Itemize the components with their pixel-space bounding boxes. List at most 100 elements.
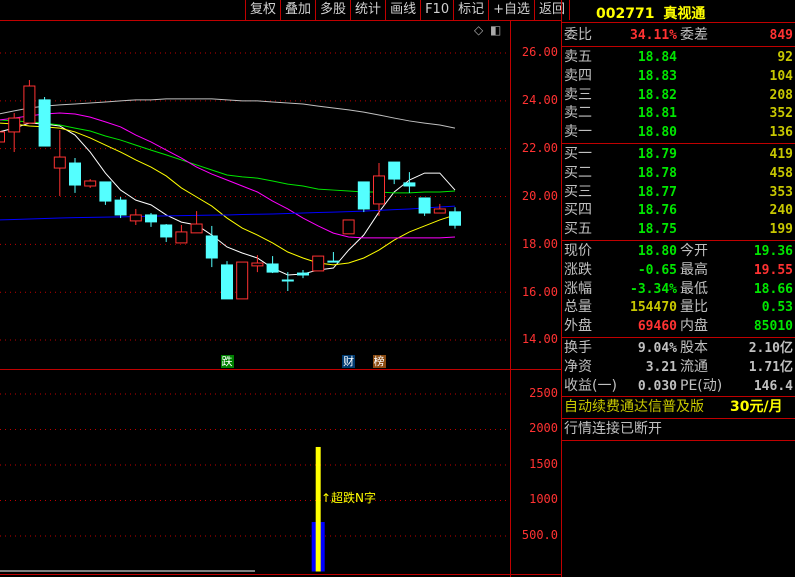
fundamental-value: 3.21 bbox=[645, 359, 677, 375]
fundamental-value: 9.04% bbox=[637, 341, 677, 356]
divider bbox=[561, 396, 795, 397]
bid-volume: 419 bbox=[769, 147, 793, 162]
candle-up bbox=[23, 85, 36, 124]
ask-label: 卖四 bbox=[564, 67, 592, 84]
candle-down bbox=[69, 162, 81, 186]
candle-down bbox=[38, 99, 51, 147]
event-marker-fall[interactable]: 跌 bbox=[220, 355, 234, 368]
fundamental-label: PE(动) bbox=[680, 377, 723, 394]
divider bbox=[0, 369, 561, 370]
ask-row: 卖二 18.81 352 bbox=[561, 104, 795, 123]
candle-down bbox=[388, 161, 401, 180]
bid-volume: 199 bbox=[769, 222, 793, 237]
price-tick: 14.00 bbox=[521, 332, 558, 346]
candle-up bbox=[0, 131, 5, 143]
divider bbox=[561, 46, 795, 47]
panel-toggle-icon[interactable]: ◧ bbox=[490, 23, 501, 37]
weibi-label: 委比 bbox=[564, 27, 592, 43]
fuquan-button[interactable]: 复权 bbox=[246, 0, 282, 20]
fundamental-row: 收益(一) 0.030 PE(动) 146.4 bbox=[561, 377, 795, 396]
stat-value: -3.34% bbox=[630, 281, 677, 297]
multi-stock-button[interactable]: 多股 bbox=[316, 0, 352, 20]
divider bbox=[561, 240, 795, 241]
fundamental-label: 流通 bbox=[680, 358, 708, 375]
indicator-tick: 500.0 bbox=[521, 528, 558, 542]
price-tick: 18.00 bbox=[521, 237, 558, 251]
price-tick: 26.00 bbox=[521, 45, 558, 59]
candle-up bbox=[312, 255, 325, 272]
diamond-icon[interactable]: ◇ bbox=[474, 23, 483, 37]
event-marker-ranking[interactable]: 榜 bbox=[372, 355, 386, 368]
ask-row: 卖五 18.84 92 bbox=[561, 48, 795, 67]
fundamental-value: 1.71亿 bbox=[748, 359, 793, 375]
bid-label: 买一 bbox=[564, 146, 592, 162]
f10-button[interactable]: F10 bbox=[421, 0, 455, 20]
ask-price: 18.83 bbox=[637, 68, 677, 84]
add-watchlist-button[interactable]: +自选 bbox=[489, 0, 536, 20]
divider bbox=[0, 20, 561, 21]
fundamental-value: 2.10亿 bbox=[748, 341, 793, 356]
candle-down bbox=[281, 279, 294, 282]
kline-chart[interactable] bbox=[0, 0, 510, 577]
bid-volume: 458 bbox=[769, 165, 793, 181]
candle-up bbox=[84, 180, 97, 187]
event-marker-finance[interactable]: 财 bbox=[342, 355, 356, 368]
divider bbox=[561, 440, 795, 441]
stat-label: 最低 bbox=[680, 280, 708, 297]
promo-row[interactable]: 自动续费通达信普及版 30元/月 bbox=[561, 398, 795, 417]
candle-down bbox=[205, 235, 218, 259]
mark-button[interactable]: 标记 bbox=[454, 0, 490, 20]
toolbar: 复权 叠加 多股 统计 画线 F10 标记 +自选 返回 bbox=[245, 0, 571, 20]
ask-volume: 208 bbox=[769, 87, 793, 103]
bid-volume: 353 bbox=[769, 184, 793, 200]
candle-up bbox=[129, 214, 142, 222]
fundamental-value: 146.4 bbox=[753, 378, 793, 394]
draw-line-button[interactable]: 画线 bbox=[386, 0, 422, 20]
candle-up bbox=[8, 117, 21, 133]
ask-label: 卖三 bbox=[564, 86, 592, 103]
stock-code: 002771 bbox=[596, 6, 655, 22]
stock-title: 002771 真视通 bbox=[596, 3, 705, 23]
moving-average-line bbox=[0, 122, 456, 266]
stat-value: 85010 bbox=[753, 319, 793, 334]
stat-value: 154470 bbox=[630, 300, 677, 316]
candle-down bbox=[327, 260, 340, 263]
bid-price: 18.79 bbox=[637, 147, 677, 162]
indicator-tick: 1000 bbox=[529, 492, 558, 506]
ask-volume: 136 bbox=[769, 125, 793, 140]
candle-down bbox=[99, 181, 112, 202]
ask-volume: 104 bbox=[769, 68, 793, 84]
candle-down bbox=[418, 197, 431, 214]
statistics-button[interactable]: 统计 bbox=[351, 0, 387, 20]
ask-volume: 352 bbox=[769, 106, 793, 122]
bid-price: 18.75 bbox=[637, 222, 677, 237]
candle-down bbox=[403, 182, 416, 187]
weicha-value: 849 bbox=[769, 28, 793, 43]
candle-up bbox=[190, 223, 203, 234]
candle-down bbox=[145, 214, 157, 223]
stat-value: 19.55 bbox=[753, 262, 793, 278]
price-tick: 24.00 bbox=[521, 93, 558, 107]
connection-status: 行情连接已断开 bbox=[564, 421, 662, 437]
ask-label: 卖二 bbox=[564, 105, 592, 122]
bid-price: 18.76 bbox=[637, 203, 677, 219]
stat-row: 外盘 69460 内盘 85010 bbox=[561, 317, 795, 336]
stat-row: 涨幅 -3.34% 最低 18.66 bbox=[561, 280, 795, 299]
stat-value: 18.80 bbox=[637, 244, 677, 259]
bid-row: 买二 18.78 458 bbox=[561, 164, 795, 183]
fundamental-row: 换手 9.04% 股本 2.10亿 bbox=[561, 339, 795, 358]
bid-label: 买二 bbox=[564, 164, 592, 181]
indicator-tick: 2000 bbox=[529, 421, 558, 435]
back-button[interactable]: 返回 bbox=[535, 0, 571, 20]
signal-label: ↑超跌N字 bbox=[321, 491, 377, 505]
ask-price: 18.81 bbox=[637, 106, 677, 122]
stat-value: 18.66 bbox=[753, 281, 793, 297]
fundamental-label: 换手 bbox=[564, 340, 592, 356]
ask-row: 卖一 18.80 136 bbox=[561, 123, 795, 142]
candle-down bbox=[266, 263, 279, 273]
stat-label: 涨跌 bbox=[564, 261, 592, 278]
promo-link[interactable]: 自动续费通达信普及版 bbox=[564, 398, 704, 417]
overlay-button[interactable]: 叠加 bbox=[281, 0, 317, 20]
stat-value: -0.65 bbox=[637, 262, 677, 278]
promo-price: 30元/月 bbox=[730, 399, 783, 415]
